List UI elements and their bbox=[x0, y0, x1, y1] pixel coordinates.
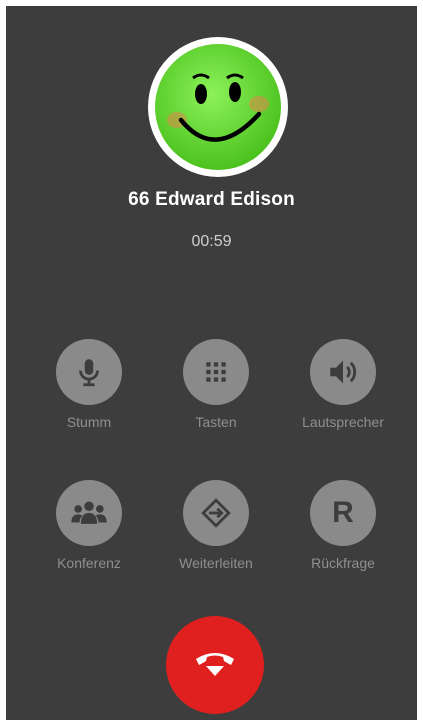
transfer-button[interactable] bbox=[183, 480, 249, 546]
consult-label: Rückfrage bbox=[311, 555, 375, 571]
microphone-icon bbox=[79, 359, 99, 387]
hang-up-icon bbox=[196, 653, 234, 676]
conference-label: Konferenz bbox=[57, 555, 121, 571]
speaker-icon bbox=[330, 360, 357, 384]
keypad-control[interactable]: Tasten bbox=[156, 339, 276, 430]
transfer-icon bbox=[201, 498, 231, 528]
speaker-button[interactable] bbox=[310, 339, 376, 405]
transfer-label: Weiterleiten bbox=[179, 555, 253, 571]
conference-control[interactable]: Konferenz bbox=[29, 480, 149, 571]
speaker-label: Lautsprecher bbox=[302, 414, 384, 430]
caller-avatar bbox=[148, 37, 288, 177]
keypad-label: Tasten bbox=[195, 414, 237, 430]
consult-button[interactable]: R bbox=[310, 480, 376, 546]
hang-up-button[interactable] bbox=[166, 616, 264, 714]
mute-control[interactable]: Stumm bbox=[29, 339, 149, 430]
keypad-button[interactable] bbox=[183, 339, 249, 405]
call-duration: 00:59 bbox=[191, 233, 232, 250]
conference-button[interactable] bbox=[56, 480, 122, 546]
call-screen: 66 Edward Edison 00:59 Stumm Tasten Laut… bbox=[6, 6, 417, 720]
caller-name: 66 Edward Edison bbox=[128, 189, 295, 210]
dialpad-icon bbox=[206, 362, 226, 382]
speaker-control[interactable]: Lautsprecher bbox=[283, 339, 403, 430]
mute-label: Stumm bbox=[66, 414, 112, 430]
transfer-control[interactable]: Weiterleiten bbox=[156, 480, 276, 571]
mute-button[interactable] bbox=[56, 339, 122, 405]
group-icon bbox=[71, 501, 107, 524]
r-letter-icon: R bbox=[332, 496, 354, 529]
consult-control[interactable]: R Rückfrage bbox=[283, 480, 403, 571]
smiley-face-icon bbox=[155, 44, 281, 170]
